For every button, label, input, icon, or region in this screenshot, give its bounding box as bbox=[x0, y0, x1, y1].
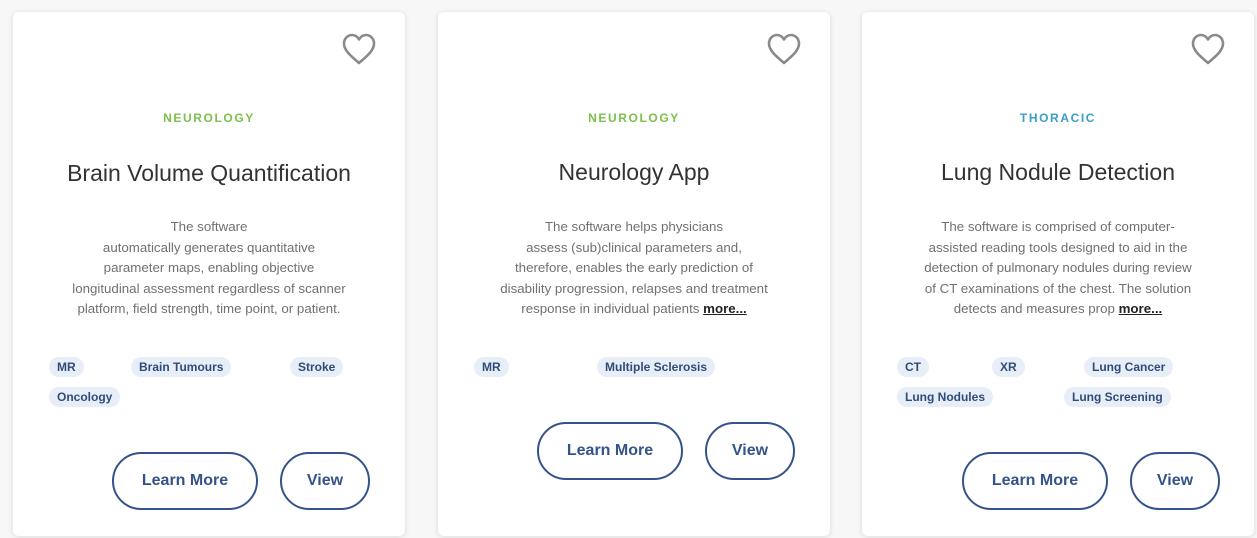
tag-brain-tumours[interactable]: Brain Tumours bbox=[131, 357, 232, 377]
desc-line: longitudinal assessment regardless of sc… bbox=[72, 280, 346, 296]
desc-line: assisted reading tools designed to aid i… bbox=[928, 239, 1188, 255]
card-title: Neurology App bbox=[558, 159, 710, 185]
view-button[interactable]: View bbox=[1130, 452, 1220, 510]
tag-mr[interactable]: MR bbox=[474, 357, 509, 377]
card-title: Brain Volume Quantification bbox=[67, 160, 351, 186]
card-description: The software automatically generates qua… bbox=[37, 217, 381, 320]
tag-xr[interactable]: XR bbox=[992, 357, 1025, 377]
view-button[interactable]: View bbox=[705, 422, 795, 480]
desc-line: detects and measures prop bbox=[953, 301, 1115, 316]
app-card-neurology-app: NEUROLOGY Neurology App The software hel… bbox=[438, 12, 830, 536]
tag-lung-screening[interactable]: Lung Screening bbox=[1064, 387, 1171, 407]
desc-line: therefore, enables the early prediction … bbox=[514, 260, 753, 275]
learn-more-button[interactable]: Learn More bbox=[112, 452, 258, 510]
desc-line: disability progression, relapses and tre… bbox=[500, 280, 768, 296]
heart-outline-icon[interactable] bbox=[341, 32, 377, 66]
desc-line: The software bbox=[170, 219, 248, 234]
category-label: NEUROLOGY bbox=[163, 111, 255, 125]
desc-line: response in individual patients bbox=[521, 301, 700, 316]
desc-line: automatically generates quantitative bbox=[102, 239, 316, 255]
heart-outline-icon[interactable] bbox=[1190, 32, 1226, 66]
more-link[interactable]: more... bbox=[703, 301, 747, 316]
tag-lung-nodules[interactable]: Lung Nodules bbox=[897, 387, 993, 407]
heart-outline-icon[interactable] bbox=[766, 32, 802, 66]
desc-line: The software helps physicians bbox=[544, 219, 724, 234]
desc-line: The software is comprised of computer- bbox=[941, 219, 1175, 234]
app-card-lung-nodule-detection: THORACIC Lung Nodule Detection The softw… bbox=[862, 12, 1254, 536]
tag-stroke[interactable]: Stroke bbox=[290, 357, 344, 377]
tag-oncology[interactable]: Oncology bbox=[49, 387, 121, 407]
card-title: Lung Nodule Detection bbox=[941, 159, 1175, 185]
tag-mr[interactable]: MR bbox=[49, 357, 84, 377]
card-description: The software is comprised of computer- a… bbox=[886, 217, 1230, 320]
desc-line: parameter maps, enabling objective bbox=[103, 260, 315, 275]
tag-lung-cancer[interactable]: Lung Cancer bbox=[1084, 357, 1174, 377]
tag-multiple-sclerosis[interactable]: Multiple Sclerosis bbox=[597, 357, 716, 377]
desc-line: assess (sub)clinical parameters and, bbox=[526, 239, 742, 255]
desc-line: platform, field strength, time point, or… bbox=[77, 301, 341, 316]
category-label: NEUROLOGY bbox=[588, 111, 680, 125]
app-card-brain-volume: NEUROLOGY Brain Volume Quantification Th… bbox=[13, 12, 405, 536]
view-button[interactable]: View bbox=[280, 452, 370, 510]
card-description: The software helps physicians assess (su… bbox=[462, 217, 806, 320]
desc-line: of CT examinations of the chest. The sol… bbox=[924, 280, 1192, 296]
more-link[interactable]: more... bbox=[1119, 301, 1163, 316]
category-label: THORACIC bbox=[1019, 111, 1097, 125]
learn-more-button[interactable]: Learn More bbox=[962, 452, 1108, 510]
learn-more-button[interactable]: Learn More bbox=[537, 422, 683, 480]
desc-line: detection of pulmonary nodules during re… bbox=[924, 260, 1192, 275]
tag-ct[interactable]: CT bbox=[897, 357, 929, 377]
